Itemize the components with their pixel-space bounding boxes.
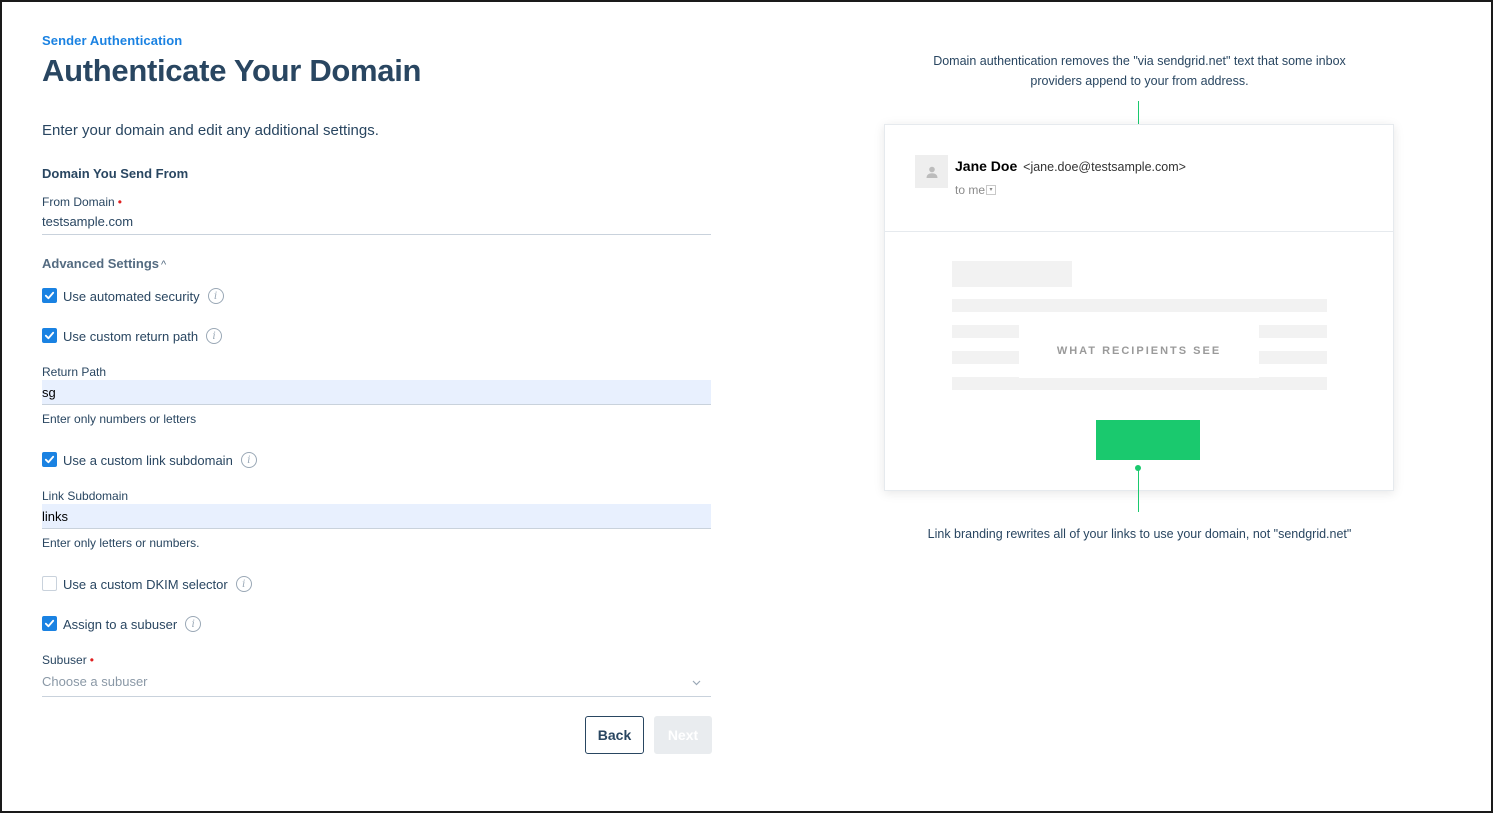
email-header: Jane Doe <jane.doe@testsample.com> to me… — [885, 125, 1393, 232]
checkbox-automated-security[interactable] — [42, 287, 57, 303]
avatar — [915, 155, 948, 188]
chevron-down-icon — [692, 673, 701, 693]
connector-line — [1138, 468, 1139, 512]
from-domain-input[interactable]: testsample.com — [42, 211, 711, 235]
link-subdomain-value: links — [42, 509, 69, 524]
check-icon — [44, 455, 55, 463]
email-preview-card: Jane Doe <jane.doe@testsample.com> to me… — [884, 124, 1394, 491]
check-icon — [44, 619, 55, 627]
from-domain-value: testsample.com — [42, 214, 134, 229]
advanced-settings-label: Advanced Settings — [42, 256, 160, 271]
info-icon[interactable]: i — [235, 576, 252, 592]
subuser-label: Subuser • — [42, 653, 94, 667]
placeholder-line — [952, 377, 1327, 390]
option-custom-return-path[interactable]: Use custom return path i — [42, 327, 223, 345]
intro-text: Enter your domain and edit any additiona… — [42, 122, 379, 139]
next-button[interactable]: Next — [654, 716, 712, 754]
person-icon — [926, 166, 937, 178]
chevron-up-icon: ^ — [161, 259, 167, 271]
option-automated-security[interactable]: Use automated security i — [42, 287, 224, 305]
info-icon[interactable]: i — [206, 328, 223, 344]
option-label: Assign to a subuser — [63, 616, 178, 632]
to-me-text: to me — [955, 183, 986, 197]
sender-line: Jane Doe <jane.doe@testsample.com> — [955, 158, 1186, 174]
option-custom-dkim-selector[interactable]: Use a custom DKIM selector i — [42, 575, 252, 593]
checkbox-custom-link-subdomain[interactable] — [42, 451, 57, 467]
checkbox-assign-subuser[interactable] — [42, 615, 57, 631]
option-label: Use custom return path — [63, 328, 199, 344]
return-path-label: Return Path — [42, 365, 107, 379]
link-branding-caption: Link branding rewrites all of your links… — [927, 527, 1352, 541]
domain-auth-caption: Domain authentication removes the "via s… — [892, 51, 1387, 91]
option-label: Use a custom DKIM selector — [63, 576, 228, 592]
required-marker: • — [117, 195, 122, 209]
placeholder-block — [952, 261, 1072, 287]
check-icon — [44, 331, 55, 339]
domain-section-title: Domain You Send From — [42, 166, 189, 181]
sender-name: Jane Doe — [955, 158, 1018, 174]
info-icon[interactable]: i — [240, 452, 257, 468]
subuser-label-text: Subuser — [42, 653, 87, 667]
from-domain-label-text: From Domain — [42, 195, 115, 209]
return-path-value: sg — [42, 385, 56, 400]
check-icon — [44, 291, 55, 299]
checkbox-custom-dkim-selector[interactable] — [42, 575, 57, 591]
caption-line: Domain authentication removes the "via s… — [933, 54, 1346, 68]
return-path-input[interactable]: sg — [42, 380, 711, 405]
from-domain-label: From Domain • — [42, 195, 122, 209]
sender-email: <jane.doe@testsample.com> — [1023, 160, 1186, 174]
caption-line: providers append to your from address. — [1030, 74, 1249, 88]
page-title: Authenticate Your Domain — [42, 53, 422, 88]
breadcrumb[interactable]: Sender Authentication — [42, 33, 182, 48]
placeholder-line — [952, 299, 1327, 312]
option-label: Use a custom link subdomain — [63, 452, 233, 468]
what-recipients-see-label: WHAT RECIPIENTS SEE — [1019, 324, 1259, 378]
subuser-select[interactable]: Choose a subuser — [42, 672, 711, 697]
link-subdomain-help: Enter only letters or numbers. — [42, 536, 200, 550]
app-frame: Sender Authentication Authenticate Your … — [0, 0, 1493, 813]
option-label: Use automated security — [63, 288, 200, 304]
return-path-help: Enter only numbers or letters — [42, 412, 197, 426]
recipient-line: to me ▾ — [955, 183, 997, 197]
back-button[interactable]: Back — [585, 716, 644, 754]
required-marker: • — [89, 653, 94, 667]
info-icon[interactable]: i — [185, 616, 202, 632]
checkbox-custom-return-path[interactable] — [42, 327, 57, 343]
option-assign-subuser[interactable]: Assign to a subuser i — [42, 615, 202, 633]
link-subdomain-label: Link Subdomain — [42, 489, 129, 503]
link-subdomain-input[interactable]: links — [42, 504, 711, 529]
subuser-placeholder: Choose a subuser — [42, 674, 148, 689]
info-icon[interactable]: i — [207, 288, 224, 304]
option-custom-link-subdomain[interactable]: Use a custom link subdomain i — [42, 451, 257, 469]
cta-button-preview — [1096, 420, 1200, 460]
advanced-settings-toggle[interactable]: Advanced Settings ^ — [42, 256, 166, 271]
dropdown-icon: ▾ — [986, 185, 997, 195]
